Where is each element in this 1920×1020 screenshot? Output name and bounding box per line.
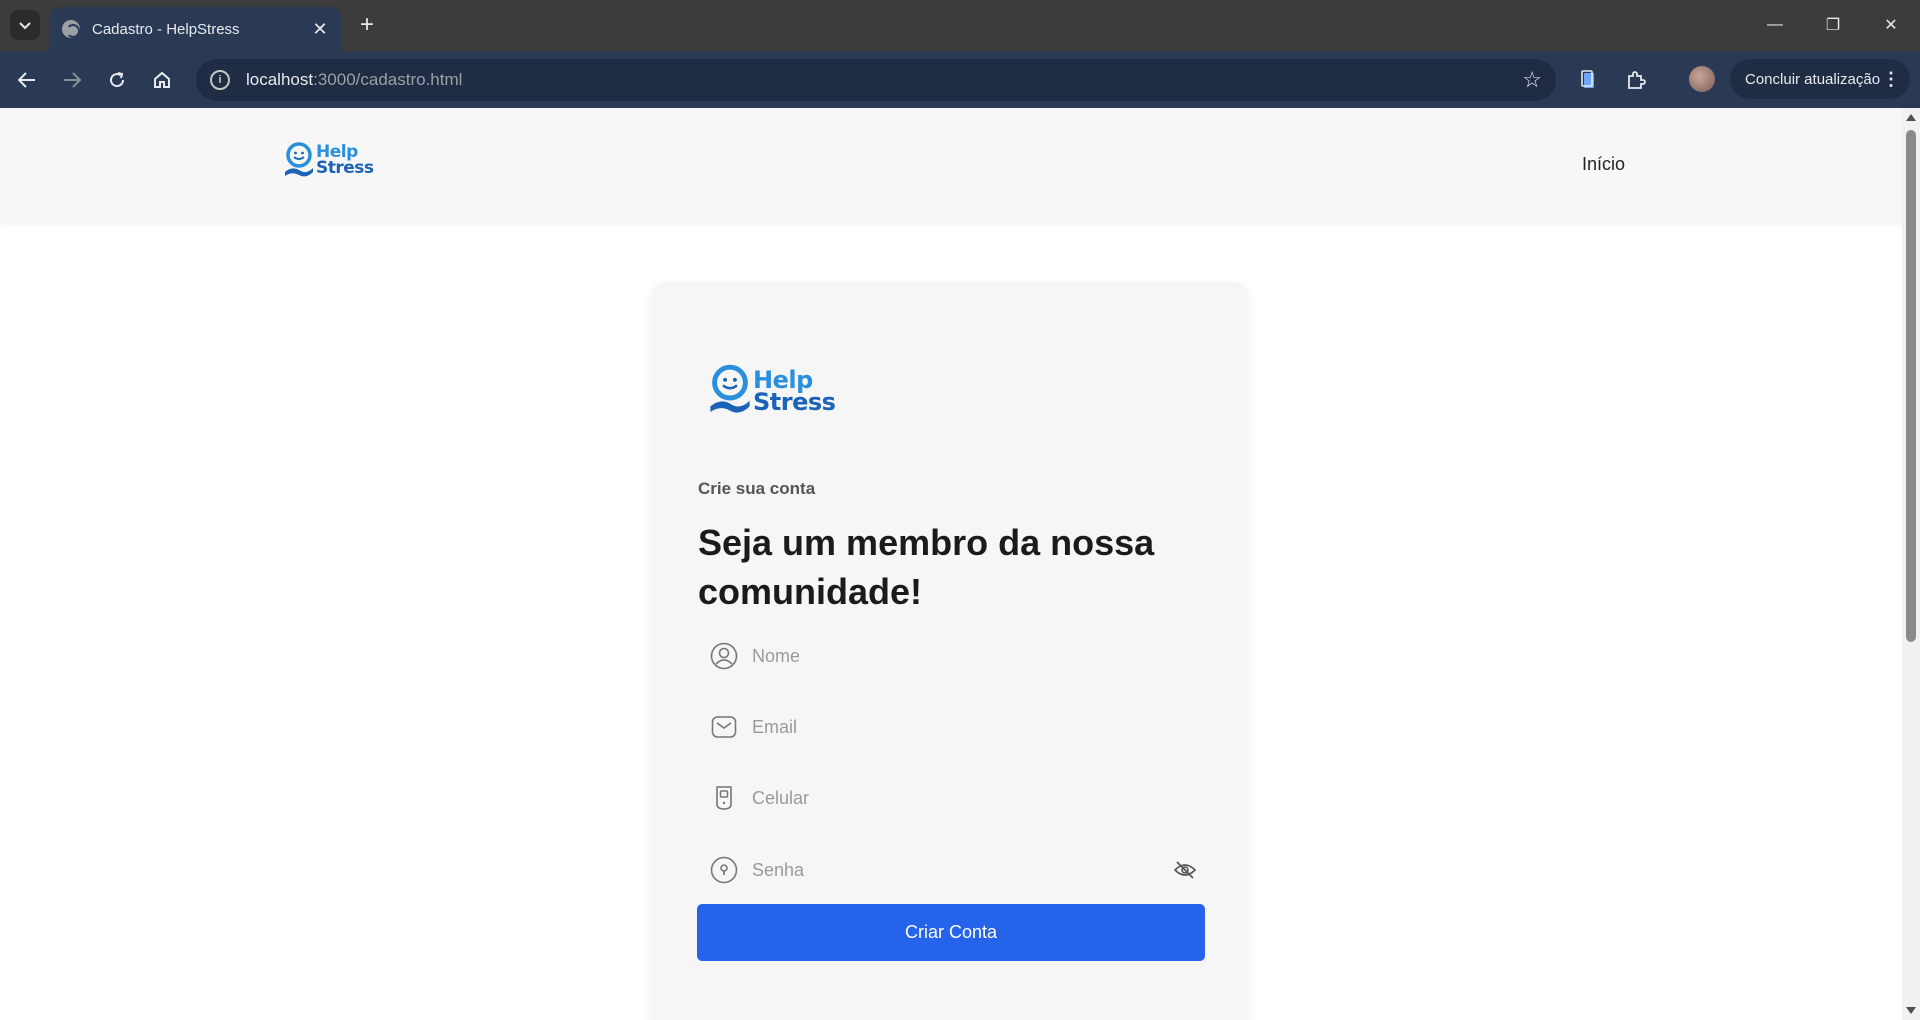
helpstress-logo-icon xyxy=(285,142,313,177)
globe-icon xyxy=(62,20,80,38)
home-icon xyxy=(154,71,170,88)
back-button[interactable] xyxy=(10,63,44,97)
new-tab-button[interactable]: + xyxy=(352,10,382,40)
phone-icon xyxy=(708,782,740,814)
signup-card: Help Stress Crie sua conta Seja um membr… xyxy=(652,282,1248,1020)
close-tab-icon[interactable]: ✕ xyxy=(307,16,333,42)
minimize-button[interactable]: — xyxy=(1746,0,1804,50)
user-icon xyxy=(708,640,740,672)
site-header: Help Stress Início xyxy=(0,108,1902,222)
browser-tabbar: Cadastro - HelpStress ✕ + — ❐ ✕ xyxy=(0,0,1920,51)
profile-avatar[interactable] xyxy=(1689,66,1715,92)
arrow-left-icon xyxy=(18,72,35,88)
password-field xyxy=(698,848,1208,892)
phone-field xyxy=(698,776,1208,820)
mail-icon xyxy=(708,711,740,743)
extensions-button[interactable] xyxy=(1619,63,1653,97)
window-controls: — ❐ ✕ xyxy=(1746,0,1920,50)
phone-input[interactable] xyxy=(752,787,1208,809)
lock-icon xyxy=(708,854,740,886)
page-scrollbar[interactable] xyxy=(1902,108,1920,1020)
nav-link-home[interactable]: Início xyxy=(1582,154,1625,175)
home-button[interactable] xyxy=(145,63,179,97)
scroll-up-arrow[interactable] xyxy=(1906,114,1916,121)
tab-search-button[interactable] xyxy=(10,10,40,40)
star-icon[interactable]: ☆ xyxy=(1522,67,1542,93)
page-viewport: Help Stress Início Help Stress Crie sua … xyxy=(0,108,1902,1020)
update-button[interactable]: Concluir atualização ⋮ xyxy=(1730,59,1910,99)
reload-button[interactable] xyxy=(100,63,134,97)
arrow-right-icon xyxy=(64,72,81,88)
scroll-down-arrow[interactable] xyxy=(1906,1007,1916,1014)
helpstress-logo-icon xyxy=(710,364,750,413)
reading-list-button[interactable] xyxy=(1573,63,1607,97)
create-account-button[interactable]: Criar Conta xyxy=(697,904,1205,961)
form-subtitle: Crie sua conta xyxy=(698,479,816,498)
restore-button[interactable]: ❐ xyxy=(1804,0,1862,50)
logo-wordmark: Help Stress xyxy=(753,365,836,416)
more-vertical-icon[interactable]: ⋮ xyxy=(1882,69,1900,90)
form-headline: Seja um membro da nossa comunidade! xyxy=(698,522,1155,612)
forward-button[interactable] xyxy=(55,63,89,97)
email-field xyxy=(698,705,1208,749)
browser-tab-active[interactable]: Cadastro - HelpStress ✕ xyxy=(49,7,341,51)
scrollbar-thumb[interactable] xyxy=(1906,130,1916,642)
url-text: localhost:3000/cadastro.html xyxy=(246,70,463,89)
info-icon[interactable]: i xyxy=(210,70,230,90)
update-label: Concluir atualização xyxy=(1745,70,1881,88)
name-input[interactable] xyxy=(752,645,1208,667)
close-window-button[interactable]: ✕ xyxy=(1862,0,1920,50)
puzzle-icon xyxy=(1628,71,1646,89)
address-bar[interactable]: i localhost:3000/cadastro.html ☆ xyxy=(196,59,1556,101)
chevron-down-icon xyxy=(19,17,31,33)
browser-toolbar: i localhost:3000/cadastro.html ☆ Conclui… xyxy=(0,51,1920,108)
name-field xyxy=(698,634,1208,678)
logo-wordmark: Help Stress xyxy=(316,142,374,178)
reload-icon xyxy=(110,72,125,88)
password-input[interactable] xyxy=(752,859,1170,881)
email-input[interactable] xyxy=(752,716,1208,738)
tab-title: Cadastro - HelpStress xyxy=(92,20,240,38)
card-logo: Help Stress xyxy=(709,364,836,418)
site-logo[interactable]: Help Stress xyxy=(284,142,374,180)
eye-off-icon[interactable] xyxy=(1170,855,1200,885)
document-icon xyxy=(1581,70,1594,88)
